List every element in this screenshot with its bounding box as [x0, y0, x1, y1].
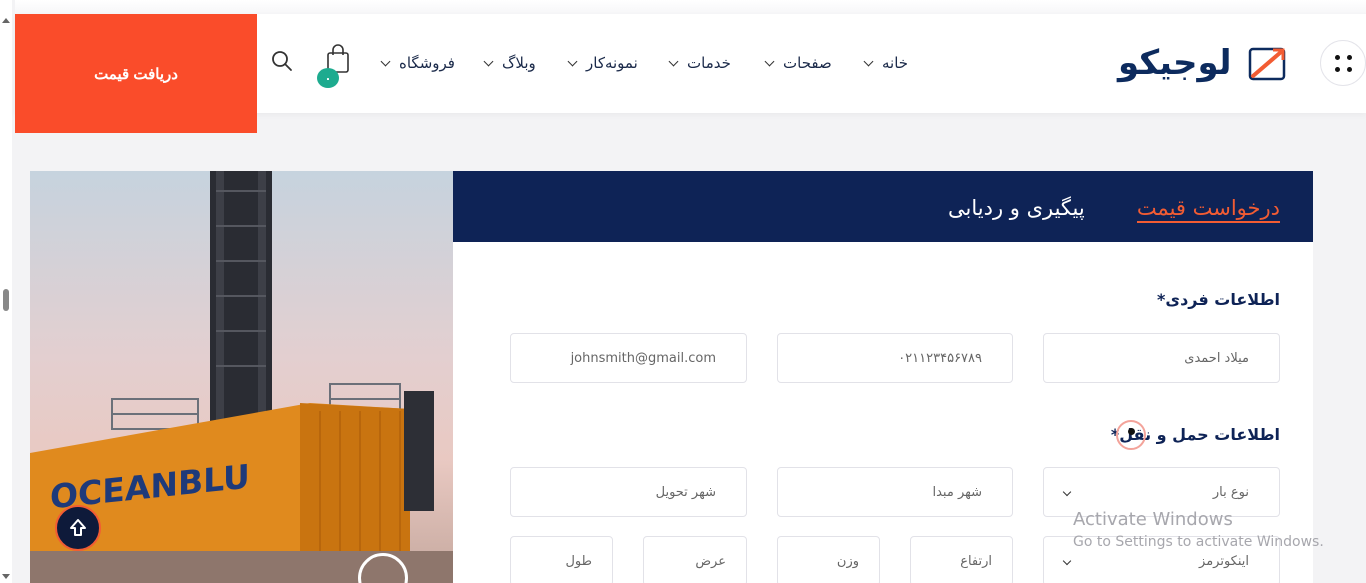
mouse-cursor-ring — [1116, 420, 1146, 450]
email-placeholder: johnsmith@gmail.com — [570, 350, 716, 366]
weight-placeholder: وزن — [836, 553, 859, 569]
personal-info-heading: اطلاعات فردی* — [1157, 290, 1280, 309]
page-scrollbar[interactable] — [0, 0, 12, 583]
dot-icon — [1335, 55, 1340, 60]
incoterms-value: اینکوترمز — [1199, 553, 1249, 569]
logo-icon[interactable] — [1247, 44, 1289, 82]
nav-item-home[interactable]: خانه — [863, 52, 909, 74]
destination-city-placeholder: شهر تحویل — [655, 484, 716, 500]
chevron-down-icon — [380, 56, 391, 66]
cart-count-badge: ۰ — [317, 68, 339, 88]
menu-grid-button[interactable] — [1320, 40, 1366, 86]
tab-tracking[interactable]: پیگیری و ردیابی — [948, 195, 1085, 221]
nav-label: صفحات — [783, 54, 832, 72]
weight-field[interactable]: وزن — [777, 536, 880, 583]
dot-icon — [1335, 67, 1340, 72]
get-quote-button[interactable]: دریافت قیمت — [15, 14, 257, 133]
name-placeholder: میلاد احمدی — [1184, 350, 1249, 366]
activate-windows-subtitle: Go to Settings to activate Windows. — [1073, 534, 1324, 550]
origin-city-field[interactable]: شهر مبدا — [777, 467, 1013, 517]
nav-label: خانه — [882, 54, 909, 72]
destination-city-field[interactable]: شهر تحویل — [510, 467, 747, 517]
scroll-thumb[interactable] — [3, 289, 9, 311]
top-strip — [15, 0, 1366, 14]
activate-windows-title: Activate Windows — [1073, 509, 1233, 530]
nav-label: خدمات — [687, 54, 731, 72]
nav-item-blog[interactable]: وبلاگ — [483, 52, 536, 74]
nav-label: نمونه‌کار — [586, 54, 638, 72]
nav-item-shop[interactable]: فروشگاه — [380, 52, 455, 74]
chevron-down-icon — [1062, 556, 1072, 566]
nav-item-services[interactable]: خدمات — [668, 52, 731, 74]
dot-icon — [1347, 55, 1352, 60]
nav-label: فروشگاه — [399, 54, 455, 72]
site-logo-text[interactable]: لوجیکو — [1118, 38, 1232, 88]
name-field[interactable]: میلاد احمدی — [1043, 333, 1280, 383]
cargo-type-value: نوع بار — [1212, 484, 1249, 500]
height-placeholder: ارتفاع — [960, 553, 992, 569]
dot-icon — [1347, 67, 1352, 72]
width-field[interactable]: عرض — [643, 536, 747, 583]
chevron-down-icon — [668, 56, 679, 66]
scroll-up-arrow-icon[interactable] — [2, 18, 10, 23]
mouse-cursor-dot — [1128, 428, 1135, 435]
phone-placeholder: ۰۲۱۱۲۳۴۵۶۷۸۹ — [898, 350, 982, 366]
origin-city-placeholder: شهر مبدا — [932, 484, 982, 500]
height-field[interactable]: ارتفاع — [910, 536, 1013, 583]
tab-request-quote[interactable]: درخواست قیمت — [1136, 195, 1280, 223]
email-field[interactable]: johnsmith@gmail.com — [510, 333, 747, 383]
scroll-down-arrow-icon[interactable] — [2, 574, 10, 579]
search-icon[interactable] — [271, 50, 293, 72]
chevron-down-icon — [567, 56, 578, 66]
scroll-to-top-button[interactable] — [55, 505, 101, 551]
width-placeholder: عرض — [695, 553, 726, 569]
length-field[interactable]: طول — [510, 536, 613, 583]
chevron-down-icon — [483, 56, 494, 66]
nav-label: وبلاگ — [502, 54, 536, 72]
chevron-down-icon — [764, 56, 775, 66]
length-placeholder: طول — [565, 553, 592, 569]
arrow-up-icon — [70, 519, 86, 536]
phone-field[interactable]: ۰۲۱۱۲۳۴۵۶۷۸۹ — [777, 333, 1013, 383]
chevron-down-icon — [1062, 487, 1072, 497]
nav-item-pages[interactable]: صفحات — [764, 52, 832, 74]
chevron-down-icon — [863, 56, 874, 66]
nav-item-portfolio[interactable]: نمونه‌کار — [567, 52, 638, 74]
